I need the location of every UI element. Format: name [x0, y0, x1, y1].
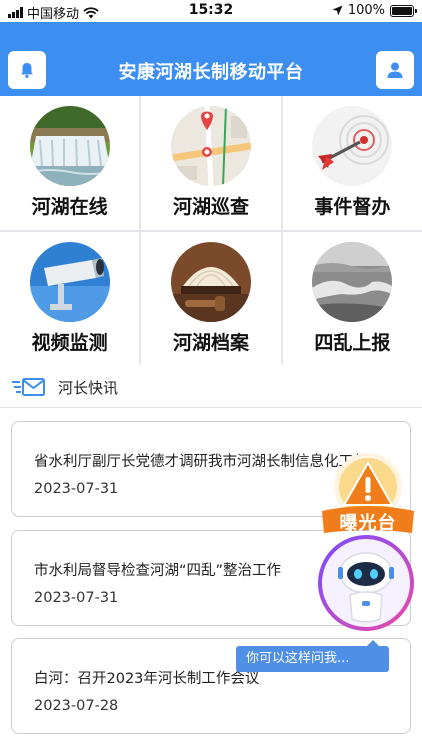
- menu-item-event-supervise[interactable]: 事件督办: [282, 96, 422, 230]
- battery-icon: [390, 4, 417, 17]
- news-date: 2023-07-28: [34, 698, 119, 714]
- mail-icon: [12, 378, 45, 396]
- news-headline: 市水利局督导检查河湖“四乱”整治工作: [34, 563, 282, 579]
- news-section-header: 河长快讯: [0, 368, 422, 408]
- menu-label: 视频监测: [31, 332, 108, 354]
- robot-icon: [318, 535, 414, 631]
- page-title: 安康河湖长制移动平台: [118, 62, 304, 83]
- assistant-hint-bubble[interactable]: 你可以这样问我...: [236, 640, 389, 672]
- function-grid: 河湖在线 河湖巡查 事件督办 视频监测 河湖档案 四乱上报: [0, 96, 422, 364]
- law-book-gavel-icon: [170, 242, 251, 322]
- menu-item-river-patrol[interactable]: 河湖巡查: [141, 96, 281, 230]
- profile-button[interactable]: [376, 51, 414, 89]
- location-arrow-icon: [332, 5, 343, 16]
- menu-item-video-monitor[interactable]: 视频监测: [0, 232, 140, 364]
- user-icon: [387, 62, 403, 78]
- expose-label: 曝光台: [339, 513, 397, 534]
- river-aerial-icon: [312, 242, 393, 322]
- map-pin-icon: [170, 106, 251, 186]
- menu-item-river-archive[interactable]: 河湖档案: [141, 232, 281, 364]
- app-screen: 中国移动 15:32 100% 安康河湖长制移动平台 河湖在线 河湖巡查 事件督…: [0, 0, 422, 750]
- menu-label: 四乱上报: [314, 332, 391, 354]
- status-bar: 中国移动 15:32 100%: [0, 0, 422, 22]
- expose-platform-button[interactable]: 曝光台: [318, 453, 418, 537]
- news-section-title: 河长快讯: [58, 379, 119, 397]
- menu-label: 事件督办: [314, 196, 391, 218]
- menu-label: 河湖档案: [172, 332, 249, 354]
- ai-assistant-button[interactable]: [316, 533, 416, 633]
- waterfall-icon: [29, 106, 110, 186]
- app-header: 安康河湖长制移动平台: [0, 22, 422, 96]
- dart-target-icon: [312, 106, 393, 186]
- menu-item-river-online[interactable]: 河湖在线: [0, 96, 140, 230]
- menu-label: 河湖巡查: [172, 196, 249, 218]
- news-date: 2023-07-31: [34, 590, 119, 606]
- menu-label: 河湖在线: [31, 196, 108, 218]
- battery-percent: 100%: [347, 3, 385, 18]
- news-date: 2023-07-31: [34, 481, 119, 497]
- cctv-camera-icon: [29, 242, 110, 322]
- menu-item-four-chaos-report[interactable]: 四乱上报: [282, 232, 422, 364]
- news-headline: 白河：召开2023年河长制工作会议: [34, 671, 260, 687]
